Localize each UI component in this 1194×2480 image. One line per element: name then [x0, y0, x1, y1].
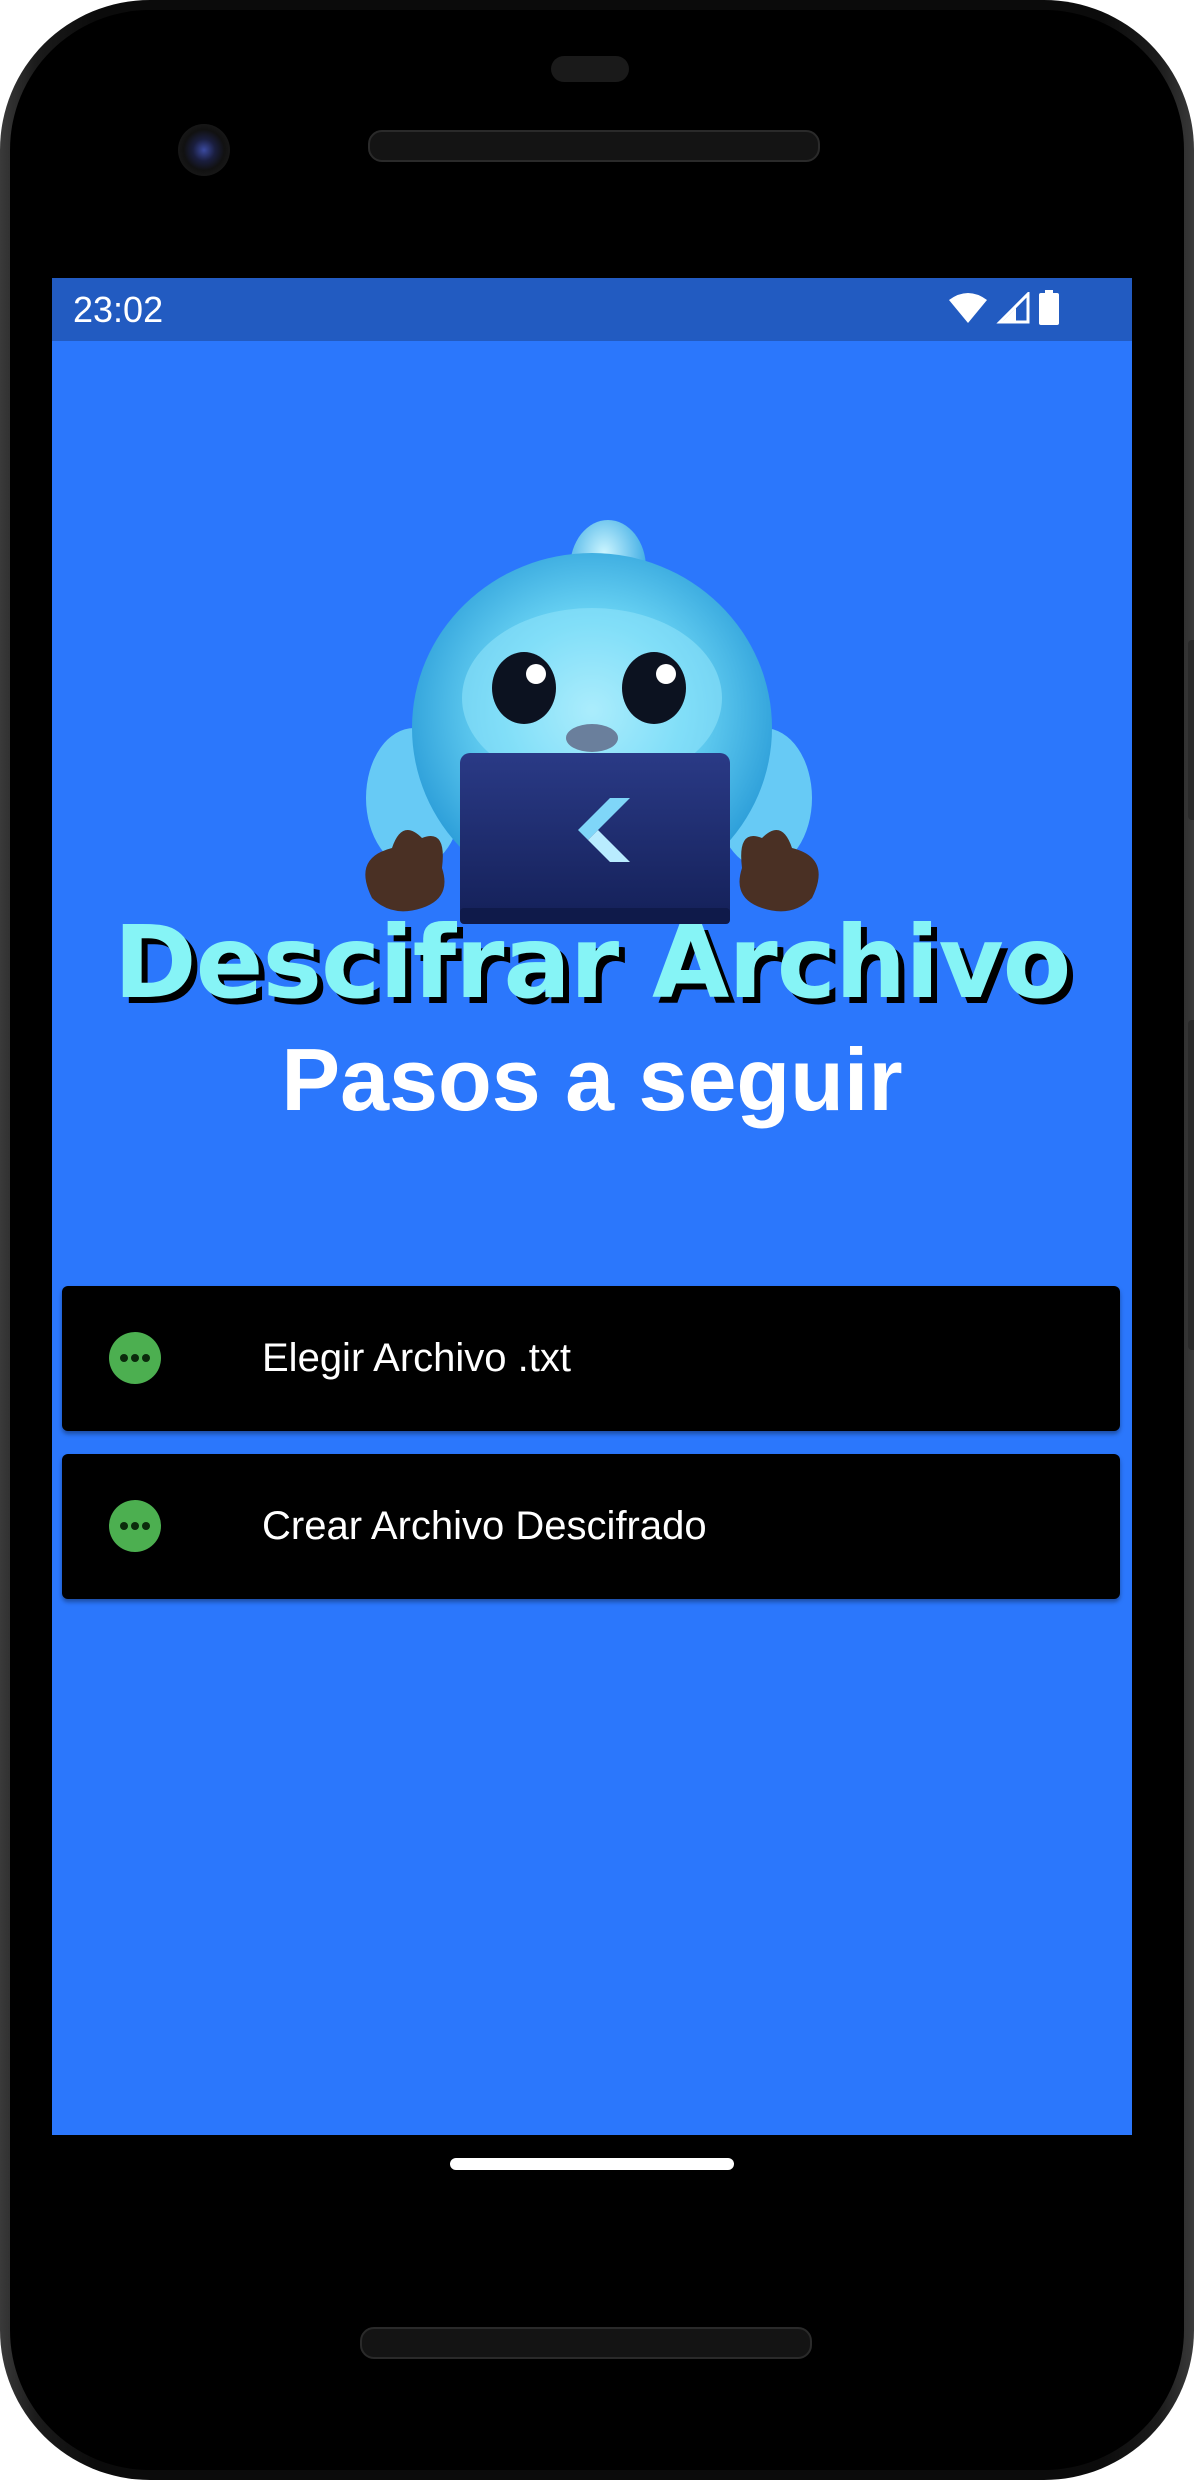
- home-gesture-bar[interactable]: [450, 2158, 734, 2170]
- phone-frame: 23:02 Descifrar Archivo Pasos a seguir E…: [0, 0, 1194, 2480]
- dash-mascot-image: [352, 498, 832, 938]
- battery-icon: [1038, 289, 1060, 331]
- power-button: [1188, 640, 1194, 820]
- status-time: 23:02: [73, 289, 164, 330]
- app-screen: 23:02 Descifrar Archivo Pasos a seguir E…: [52, 278, 1132, 2135]
- more-horizontal-icon: [109, 1500, 161, 1552]
- bottom-speaker-grille: [360, 2327, 812, 2359]
- earpiece: [551, 56, 629, 82]
- page-title: Descifrar Archivo: [113, 904, 1072, 1021]
- step-create-decrypted-file[interactable]: Crear Archivo Descifrado: [62, 1454, 1120, 1599]
- wifi-icon: [948, 292, 988, 329]
- step-choose-file[interactable]: Elegir Archivo .txt: [62, 1286, 1120, 1431]
- front-camera: [178, 124, 230, 176]
- step-label: Crear Archivo Descifrado: [262, 1504, 707, 1548]
- cell-signal-icon: [996, 289, 1030, 329]
- volume-button: [1188, 1020, 1194, 1350]
- top-speaker-grille: [368, 130, 820, 162]
- status-icons: [948, 289, 1060, 331]
- more-horizontal-icon: [109, 1332, 161, 1384]
- step-label: Elegir Archivo .txt: [262, 1336, 572, 1380]
- status-bar: 23:02: [52, 278, 1132, 341]
- page-subtitle: Pasos a seguir: [281, 1030, 903, 1129]
